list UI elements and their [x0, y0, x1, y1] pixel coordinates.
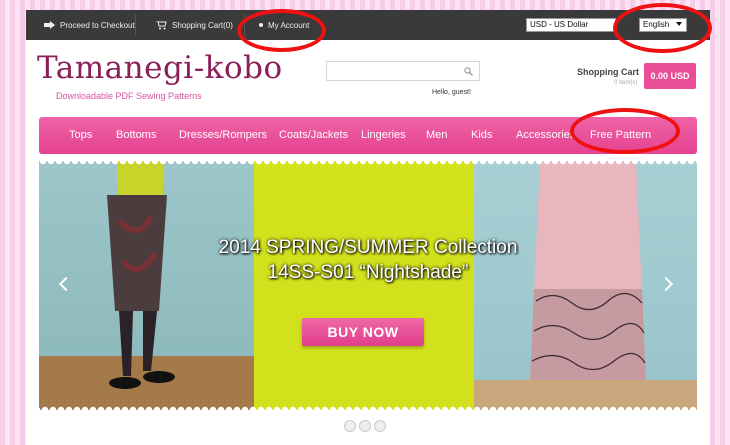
nav-item-tops[interactable]: Tops [69, 117, 92, 154]
hero-slider: 2014 SPRING/SUMMER Collection 14SS-S01 “… [39, 161, 697, 410]
divider [135, 14, 136, 36]
cart-icon [156, 20, 167, 29]
slider-dot-3[interactable] [374, 420, 386, 432]
cart-item-count: 0 item(s) [614, 80, 638, 86]
greeting-text: Hello, guest! [432, 89, 471, 96]
slide-panel-middle [254, 161, 474, 410]
nav-item-accessories[interactable]: Accessories [516, 117, 575, 154]
cart-link-label: Shopping Cart(0) [172, 20, 233, 30]
checkout-label: Proceed to Checkout [60, 20, 135, 30]
cart-title[interactable]: Shopping Cart [577, 67, 639, 77]
slide-headline: 2014 SPRING/SUMMER Collection 14SS-S01 “… [194, 235, 542, 285]
top-bar: Proceed to Checkout Shopping Cart(0) My … [26, 10, 710, 40]
currency-value: USD - US Dollar [530, 20, 589, 29]
checkout-link[interactable]: Proceed to Checkout [36, 10, 143, 40]
nav-item-dresses-rompers[interactable]: Dresses/Rompers [179, 117, 267, 154]
nav-item-men[interactable]: Men [426, 117, 447, 154]
site-logo[interactable]: Tamanegi-kobo [37, 50, 283, 86]
page: Proceed to Checkout Shopping Cart(0) My … [26, 10, 710, 445]
search-icon[interactable] [464, 67, 473, 76]
arrow-right-icon [44, 21, 55, 29]
buy-now-button[interactable]: BUY NOW [302, 318, 424, 346]
annotation-circle-free-pattern [570, 108, 680, 154]
cart-total-button[interactable]: 0.00 USD [644, 63, 696, 89]
headline-line-1: 2014 SPRING/SUMMER Collection [218, 237, 518, 258]
search-input[interactable] [326, 61, 480, 81]
slider-pagination [344, 420, 386, 432]
cart-link[interactable]: Shopping Cart(0) [148, 10, 241, 40]
slider-dot-1[interactable] [344, 420, 356, 432]
nav-item-kids[interactable]: Kids [471, 117, 492, 154]
annotation-circle-account [237, 9, 326, 52]
nav-item-lingeries[interactable]: Lingeries [361, 117, 406, 154]
slider-dot-2[interactable] [359, 420, 371, 432]
slider-edge [39, 161, 697, 166]
nav-item-bottoms[interactable]: Bottoms [116, 117, 156, 154]
nav-item-coats-jackets[interactable]: Coats/Jackets [279, 117, 348, 154]
site-tagline: Downloadable PDF Sewing Patterns [56, 91, 202, 101]
currency-select[interactable]: USD - US Dollar [526, 18, 616, 32]
slider-edge [39, 405, 697, 410]
annotation-circle-language [613, 3, 712, 53]
headline-line-2: 14SS-S01 “Nightshade” [267, 262, 469, 283]
